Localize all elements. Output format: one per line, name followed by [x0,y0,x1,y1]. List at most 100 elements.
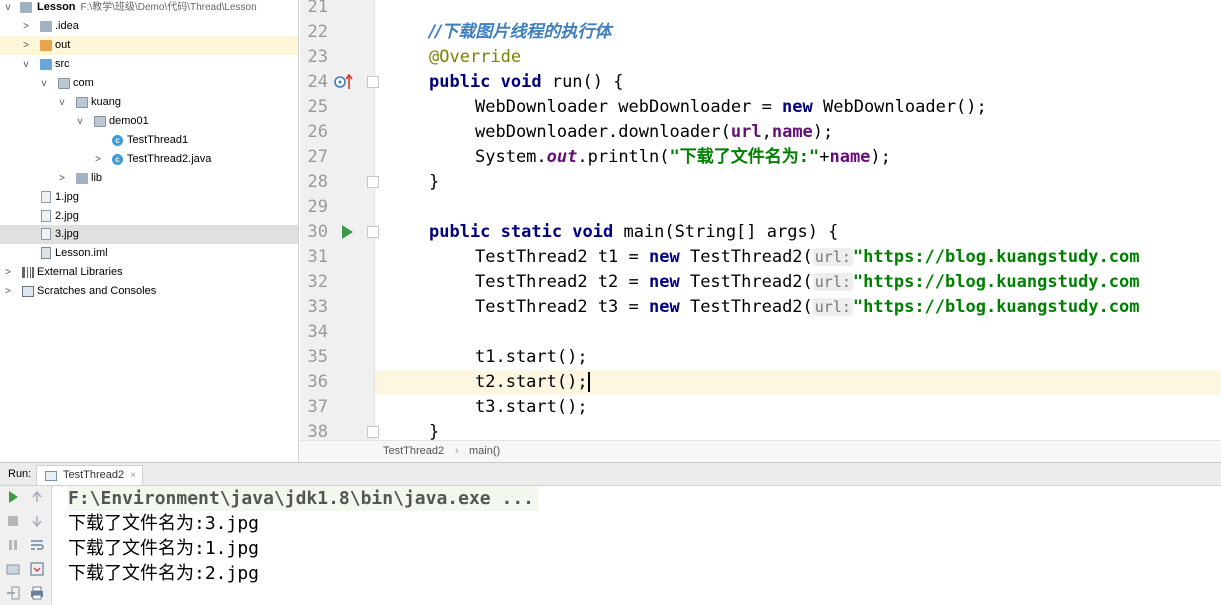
breadcrumb-class[interactable]: TestThread2 [383,441,444,462]
line-number: 36 [307,372,328,392]
code-text: TestThread2( [679,272,813,292]
chevron-down-icon[interactable]: v [38,74,50,93]
code-string: "https://blog.kuangstudy.com [852,297,1140,317]
stop-icon[interactable] [6,514,24,532]
image-file-icon [41,228,51,240]
tree-item-3jpg[interactable]: 3.jpg [0,225,298,244]
image-file-icon [41,210,51,222]
excluded-folder-icon [40,40,52,51]
code-line-28[interactable]: } [375,170,1221,195]
breadcrumb-method[interactable]: main() [469,441,500,462]
tree-item-label: TestThread1 [127,134,189,146]
code-keyword: new [649,297,680,317]
code-line-26[interactable]: webDownloader.downloader(url,name); [375,120,1221,145]
arrow-down-icon[interactable] [30,514,48,532]
tree-item-label: TestThread2.java [127,153,212,165]
line-number: 29 [307,197,328,217]
soft-wrap-icon[interactable] [30,538,48,556]
tree-item-kuang[interactable]: v kuang [0,93,298,112]
code-line-30[interactable]: public static void main(String[] args) { [375,220,1221,245]
text-caret [587,372,590,392]
line-number: 30 [307,222,328,242]
tree-item-label: out [55,39,71,51]
code-text: TestThread2( [679,297,813,317]
tree-item-external-libraries[interactable]: > External Libraries [0,263,298,282]
code-line-38[interactable]: } [375,420,1221,440]
libraries-icon [22,267,34,278]
code-line-35[interactable]: t1.start(); [375,345,1221,370]
code-text: } [429,172,440,192]
tree-item-out[interactable]: > out [0,36,298,55]
exit-icon[interactable] [6,586,24,604]
scroll-to-end-icon[interactable] [30,562,48,580]
tree-item-label: Lesson.iml [55,247,108,259]
override-method-icon[interactable] [333,74,355,90]
code-keyword: public static void [429,222,614,242]
tree-item-scratches[interactable]: > Scratches and Consoles [0,282,298,301]
line-number: 22 [307,22,328,42]
console-line: 下载了文件名为:3.jpg [68,513,260,534]
tree-item-testthread1[interactable]: c TestThread1 [0,131,298,150]
chevron-down-icon[interactable]: v [74,112,86,131]
tree-item-1jpg[interactable]: 1.jpg [0,188,298,207]
code-line-25[interactable]: WebDownloader webDownloader = new WebDow… [375,95,1221,120]
chevron-down-icon[interactable]: v [56,93,68,112]
code-editor[interactable]: 21 22 23 24 25 26 27 28 29 30 31 32 33 3… [300,0,1221,440]
module-file-icon [41,247,51,259]
code-text: run() { [541,72,624,92]
line-number: 23 [307,47,328,67]
run-icon[interactable] [340,224,354,240]
run-tab-testthread2[interactable]: TestThread2 × [36,465,143,485]
tree-item-testthread2[interactable]: > c TestThread2.java [0,150,298,169]
chevron-right-icon[interactable]: > [20,17,32,36]
code-line-22[interactable]: //下载图片线程的执行体 [375,20,1221,45]
breadcrumb: TestThread2 › main() [300,440,1221,462]
tree-root-lesson[interactable]: v Lesson F:\教学\班级\Demo\代码\Thread\Lesson [0,0,298,17]
code-line-33[interactable]: TestThread2 t3 = new TestThread2(url: "ht… [375,295,1221,320]
code-line-27[interactable]: System.out.println("下载了文件名为:"+name); [375,145,1221,170]
arrow-up-icon[interactable] [30,490,48,508]
code-string: "https://blog.kuangstudy.com [852,272,1140,292]
code-line-32[interactable]: TestThread2 t2 = new TestThread2(url: "ht… [375,270,1221,295]
tree-item-lib[interactable]: > lib [0,169,298,188]
chevron-right-icon[interactable]: > [2,263,14,282]
code-line-37[interactable]: t3.start(); [375,395,1221,420]
code-text: ); [870,147,891,167]
code-line-36[interactable]: t2.start(); [375,370,1221,395]
editor-gutter[interactable]: 21 22 23 24 25 26 27 28 29 30 31 32 33 3… [300,0,379,440]
code-line-24[interactable]: public void run() { [375,70,1221,95]
code-text: TestThread2( [679,247,813,267]
tree-root-label: Lesson [37,1,76,13]
dump-threads-icon[interactable] [6,562,24,580]
console-command-line: F:\Environment\java\jdk1.8\bin\java.exe … [68,486,538,511]
chevron-down-icon[interactable]: v [2,0,14,17]
code-line-31[interactable]: TestThread2 t1 = new TestThread2(url: "ht… [375,245,1221,270]
pause-icon[interactable] [6,538,24,556]
rerun-icon[interactable] [6,490,24,508]
console-output[interactable]: F:\Environment\java\jdk1.8\bin\java.exe … [52,486,1221,605]
line-number: 37 [307,397,328,417]
tree-item-idea[interactable]: > .idea [0,17,298,36]
code-line-23[interactable]: @Override [375,45,1221,70]
console-line: 下载了文件名为:2.jpg [68,563,260,584]
chevron-down-icon[interactable]: v [20,55,32,74]
line-number: 24 [307,72,328,92]
line-number: 25 [307,97,328,117]
code-keyword: public void [429,72,542,92]
chevron-right-icon[interactable]: > [92,150,104,169]
folder-icon [76,173,88,184]
package-icon [76,97,88,108]
tree-item-src[interactable]: v src [0,55,298,74]
parameter-hint: url: [812,248,853,266]
tree-item-lesson-iml[interactable]: Lesson.iml [0,244,298,263]
chevron-right-icon[interactable]: > [20,36,32,55]
chevron-right-icon[interactable]: > [2,282,14,301]
tree-item-demo01[interactable]: v demo01 [0,112,298,131]
chevron-right-icon[interactable]: > [56,169,68,188]
close-icon[interactable]: × [130,470,136,481]
tree-item-com[interactable]: v com [0,74,298,93]
code-text: WebDownloader webDownloader = [475,97,783,117]
print-icon[interactable] [30,586,48,604]
tree-item-2jpg[interactable]: 2.jpg [0,207,298,226]
tree-root-path: F:\教学\班级\Demo\代码\Thread\Lesson [80,2,257,13]
